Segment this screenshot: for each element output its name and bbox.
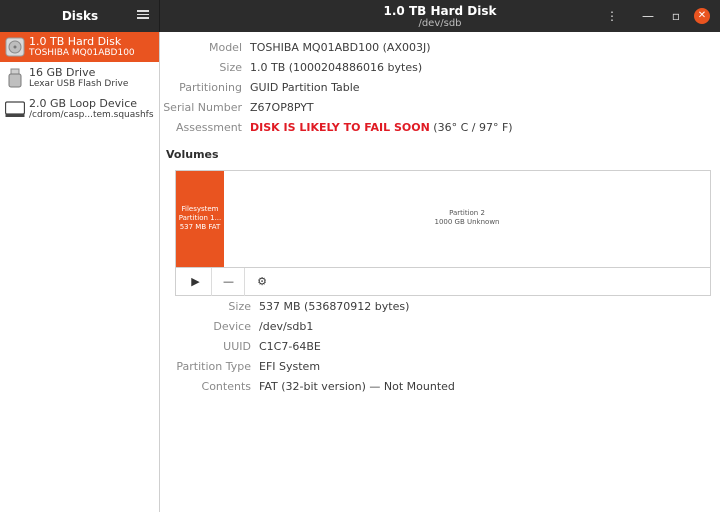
minimize-icon[interactable]: — xyxy=(640,8,656,24)
drive-name: 1.0 TB Hard Disk xyxy=(29,35,122,48)
drive-list: 1.0 TB Hard Disk TOSHIBA MQ01ABD100 16 G… xyxy=(0,32,160,512)
assessment-warning: DISK IS LIKELY TO FAIL SOON xyxy=(250,121,430,134)
size-value: 1.0 TB (1000204886016 bytes) xyxy=(250,61,423,74)
partition-size-value: 537 MB (536870912 bytes) xyxy=(259,300,410,313)
disk-details: Model TOSHIBA MQ01ABD100 (AX003J) Size 1… xyxy=(161,32,720,512)
partition-device-label: Device xyxy=(213,320,251,333)
maximize-icon[interactable]: ▫ xyxy=(668,8,684,24)
serial-row: Serial Number Z67OP8PYT xyxy=(161,101,720,117)
drive-name: 16 GB Drive xyxy=(29,66,96,79)
model-row: Model TOSHIBA MQ01ABD100 (AX003J) xyxy=(161,41,720,57)
close-icon[interactable]: ✕ xyxy=(694,8,710,24)
window-title-area: 1.0 TB Hard Disk /dev/sdb xyxy=(160,4,720,30)
serial-value: Z67OP8PYT xyxy=(250,101,314,114)
partitioning-row: Partitioning GUID Partition Table xyxy=(161,81,720,97)
partition-label: Partition 1... xyxy=(178,214,222,222)
kebab-menu-icon[interactable]: ⋮ xyxy=(604,8,620,24)
window-subtitle: /dev/sdb xyxy=(418,18,462,29)
partition-label: 537 MB FAT xyxy=(179,223,221,231)
assessment-temperature: (36° C / 97° F) xyxy=(429,121,513,134)
partition-contents-label: Contents xyxy=(201,380,251,393)
partition-device-row: Device /dev/sdb1 xyxy=(161,320,720,336)
partition-uuid-row: UUID C1C7-64BE xyxy=(161,340,720,356)
partition-uuid-value: C1C7-64BE xyxy=(259,340,321,353)
assessment-value: DISK IS LIKELY TO FAIL SOON (36° C / 97°… xyxy=(250,121,513,134)
delete-partition-icon[interactable]: — xyxy=(213,268,245,296)
hamburger-menu-icon[interactable] xyxy=(137,8,149,20)
partition-contents-row: Contents FAT (32-bit version) — Not Moun… xyxy=(161,380,720,396)
partition-type-value: EFI System xyxy=(259,360,321,373)
model-value: TOSHIBA MQ01ABD100 (AX003J) xyxy=(250,41,431,54)
header-bar: Disks 1.0 TB Hard Disk /dev/sdb ⋮ — ▫ ✕ xyxy=(0,0,720,32)
partition-size-label: Size xyxy=(228,300,251,313)
assessment-row: Assessment DISK IS LIKELY TO FAIL SOON (… xyxy=(161,121,720,137)
partition-options-gear-icon[interactable]: ⚙ xyxy=(246,268,278,296)
loop-device-icon xyxy=(5,101,25,117)
size-row: Size 1.0 TB (1000204886016 bytes) xyxy=(161,61,720,77)
partition-2-block[interactable]: Partition 2 1000 GB Unknown xyxy=(224,171,710,267)
partition-type-row: Partition Type EFI System xyxy=(161,360,720,376)
assessment-label: Assessment xyxy=(176,121,242,134)
app-title: Disks xyxy=(61,9,99,23)
volume-map: Filesystem Partition 1... 537 MB FAT Par… xyxy=(175,170,711,296)
drive-subtitle: TOSHIBA MQ01ABD100 xyxy=(29,48,135,58)
partitioning-label: Partitioning xyxy=(179,81,242,94)
sidebar-header: Disks xyxy=(0,0,160,32)
partition-contents-value: FAT (32-bit version) — Not Mounted xyxy=(259,380,455,393)
usb-drive-icon xyxy=(8,68,22,88)
partition-1-block[interactable]: Filesystem Partition 1... 537 MB FAT xyxy=(176,171,224,267)
volume-toolbar: ▶ — ⚙ xyxy=(176,267,710,296)
hard-disk-icon xyxy=(5,37,25,57)
partitioning-value: GUID Partition Table xyxy=(250,81,360,94)
partition-label: Filesystem xyxy=(181,205,219,213)
partition-size-row: Size 537 MB (536870912 bytes) xyxy=(161,300,720,316)
partition-type-label: Partition Type xyxy=(176,360,251,373)
partition-label: Partition 2 xyxy=(449,209,485,217)
partition-device-value: /dev/sdb1 xyxy=(259,320,314,333)
mount-play-icon[interactable]: ▶ xyxy=(180,268,212,296)
drive-subtitle: /cdrom/casp...tem.squashfs xyxy=(29,110,154,120)
drive-subtitle: Lexar USB Flash Drive xyxy=(29,79,129,89)
window-title: 1.0 TB Hard Disk xyxy=(383,4,497,18)
model-label: Model xyxy=(208,41,242,54)
partition-uuid-label: UUID xyxy=(223,340,251,353)
drive-item-hard-disk[interactable]: 1.0 TB Hard Disk TOSHIBA MQ01ABD100 xyxy=(0,32,159,62)
volumes-heading: Volumes xyxy=(166,148,219,161)
size-label: Size xyxy=(219,61,242,74)
drive-item-usb[interactable]: 16 GB Drive Lexar USB Flash Drive xyxy=(0,63,159,93)
partition-label: 1000 GB Unknown xyxy=(434,218,500,226)
drive-name: 2.0 GB Loop Device xyxy=(29,97,138,110)
drive-item-loop[interactable]: 2.0 GB Loop Device /cdrom/casp...tem.squ… xyxy=(0,94,159,124)
serial-label: Serial Number xyxy=(163,101,242,114)
